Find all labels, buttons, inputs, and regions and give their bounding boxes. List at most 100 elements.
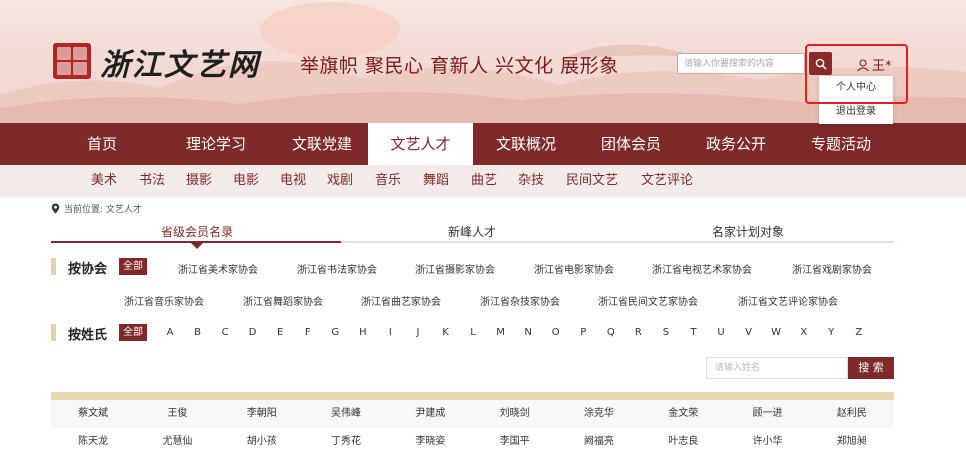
member-name-cell[interactable]: 陈天龙 [51, 428, 135, 456]
user-icon [857, 58, 869, 71]
name-search-input[interactable] [706, 357, 848, 379]
nav-item-talent[interactable]: 文艺人才 [368, 123, 473, 165]
site-search-input[interactable] [677, 53, 805, 74]
subnav-item[interactable]: 文艺评论 [641, 165, 693, 197]
surname-letter-e[interactable]: E [274, 327, 286, 338]
association-option[interactable]: 浙江省摄影家协会 [415, 261, 495, 276]
site-search-button[interactable] [809, 52, 832, 75]
surname-letter-d[interactable]: D [247, 327, 259, 338]
surname-letter-z[interactable]: Z [853, 327, 865, 338]
member-name-cell[interactable]: 吴伟峰 [304, 400, 388, 428]
surname-letter-j[interactable]: J [412, 327, 424, 338]
user-menu-trigger[interactable]: 王* [856, 55, 892, 74]
site-logo[interactable]: 浙江文艺网 [100, 40, 260, 84]
tab-active-arrow [191, 243, 203, 249]
main-nav: 首页 理论学习 文联党建 文艺人才 文联概况 团体会员 政务公开 专题活动 [0, 123, 966, 165]
nav-item-overview[interactable]: 文联概况 [478, 123, 574, 165]
member-name-cell[interactable]: 顾一进 [725, 400, 809, 428]
member-name-cell[interactable]: 尤慧仙 [135, 428, 219, 456]
menu-item-personal-center[interactable]: 个人中心 [819, 76, 893, 100]
subnav-item[interactable]: 美术 [91, 165, 117, 197]
member-name-cell[interactable]: 尹建成 [388, 400, 472, 428]
surname-letter-y[interactable]: Y [825, 327, 837, 338]
member-name-cell[interactable]: 蔡文斌 [51, 400, 135, 428]
surname-letter-m[interactable]: M [495, 327, 507, 338]
surname-letter-g[interactable]: G [329, 327, 341, 338]
member-name-cell[interactable]: 叶志良 [641, 428, 725, 456]
user-name: 王* [872, 59, 892, 74]
member-name-cell[interactable]: 阙福亮 [557, 428, 641, 456]
subnav-item[interactable]: 曲艺 [471, 165, 497, 197]
member-name-cell[interactable]: 涂克华 [557, 400, 641, 428]
association-option[interactable]: 浙江省电影家协会 [534, 261, 614, 276]
association-option[interactable]: 浙江省舞蹈家协会 [243, 293, 323, 308]
subnav-item[interactable]: 电视 [280, 165, 306, 197]
filter-surname-all[interactable]: 全部 [119, 324, 147, 341]
member-name-cell[interactable]: 许小华 [725, 428, 809, 456]
nav-item-theory[interactable]: 理论学习 [168, 123, 264, 165]
member-name-cell[interactable]: 赵利民 [810, 400, 894, 428]
surname-letter-p[interactable]: P [577, 327, 589, 338]
subnav-item[interactable]: 摄影 [186, 165, 212, 197]
filter-association-label: 按协会 [68, 262, 108, 277]
subnav-item[interactable]: 戏剧 [327, 165, 353, 197]
surname-letter-w[interactable]: W [770, 327, 782, 338]
surname-letter-a[interactable]: A [164, 327, 176, 338]
nav-item-topics[interactable]: 专题活动 [793, 123, 889, 165]
member-name-cell[interactable]: 刘晓剑 [472, 400, 556, 428]
surname-letter-q[interactable]: Q [605, 327, 617, 338]
surname-letter-i[interactable]: I [384, 327, 396, 338]
subnav-item[interactable]: 民间文艺 [566, 165, 618, 197]
subnav-item[interactable]: 电影 [233, 165, 259, 197]
member-name-cell[interactable]: 胡小孩 [220, 428, 304, 456]
surname-letter-u[interactable]: U [715, 327, 727, 338]
subnav-item[interactable]: 舞蹈 [423, 165, 449, 197]
site-slogan: 举旗帜 聚民心 育新人 兴文化 展形象 [300, 55, 619, 77]
tab-new-peak-talent[interactable]: 新峰人才 [448, 223, 496, 240]
surname-letter-s[interactable]: S [660, 327, 672, 338]
surname-letter-t[interactable]: T [687, 327, 699, 338]
sub-nav: 美术 书法 摄影 电影 电视 戏剧 音乐 舞蹈 曲艺 杂技 民间文艺 文艺评论 [0, 165, 966, 197]
filter-association-all[interactable]: 全部 [119, 258, 147, 275]
surname-letter-f[interactable]: F [302, 327, 314, 338]
surname-letter-l[interactable]: L [467, 327, 479, 338]
member-name-cell[interactable]: 李国平 [472, 428, 556, 456]
nav-item-party[interactable]: 文联党建 [274, 123, 370, 165]
tab-provincial-members[interactable]: 省级会员名录 [161, 223, 233, 240]
association-option[interactable]: 浙江省音乐家协会 [124, 293, 204, 308]
member-name-cell[interactable]: 郑旭昶 [810, 428, 894, 456]
menu-item-logout[interactable]: 退出登录 [819, 100, 893, 124]
member-name-cell[interactable]: 金文荣 [641, 400, 725, 428]
surname-letter-k[interactable]: K [440, 327, 452, 338]
association-option[interactable]: 浙江省曲艺家协会 [361, 293, 441, 308]
association-option[interactable]: 浙江省书法家协会 [297, 261, 377, 276]
member-name-cell[interactable]: 丁秀花 [304, 428, 388, 456]
association-option[interactable]: 浙江省美术家协会 [178, 261, 258, 276]
surname-letter-o[interactable]: O [550, 327, 562, 338]
member-name-cell[interactable]: 李晓姿 [388, 428, 472, 456]
subnav-item[interactable]: 音乐 [375, 165, 401, 197]
association-option[interactable]: 浙江省杂技家协会 [480, 293, 560, 308]
surname-letter-v[interactable]: V [743, 327, 755, 338]
tab-master-plan[interactable]: 名家计划对象 [712, 223, 784, 240]
surname-letter-x[interactable]: X [798, 327, 810, 338]
association-option[interactable]: 浙江省民间文艺家协会 [598, 293, 698, 308]
association-option[interactable]: 浙江省戏剧家协会 [792, 261, 872, 276]
subnav-item[interactable]: 书法 [139, 165, 165, 197]
name-search-button[interactable]: 搜 索 [848, 357, 894, 379]
surname-letter-c[interactable]: C [219, 327, 231, 338]
nav-item-home[interactable]: 首页 [62, 123, 142, 165]
surname-letter-n[interactable]: N [522, 327, 534, 338]
surname-letter-b[interactable]: B [192, 327, 204, 338]
association-option[interactable]: 浙江省文艺评论家协会 [738, 293, 838, 308]
surname-letter-r[interactable]: R [632, 327, 644, 338]
table-row: 陈天龙 尤慧仙 胡小孩 丁秀花 李晓姿 李国平 阙福亮 叶志良 许小华 郑旭昶 [51, 428, 894, 456]
surname-letter-h[interactable]: H [357, 327, 369, 338]
subnav-item[interactable]: 杂技 [518, 165, 544, 197]
nav-item-affairs[interactable]: 政务公开 [688, 123, 784, 165]
association-option[interactable]: 浙江省电视艺术家协会 [652, 261, 752, 276]
nav-item-members[interactable]: 团体会员 [583, 123, 679, 165]
member-name-cell[interactable]: 李朝阳 [220, 400, 304, 428]
location-pin-icon [51, 203, 60, 214]
member-name-cell[interactable]: 王俊 [135, 400, 219, 428]
